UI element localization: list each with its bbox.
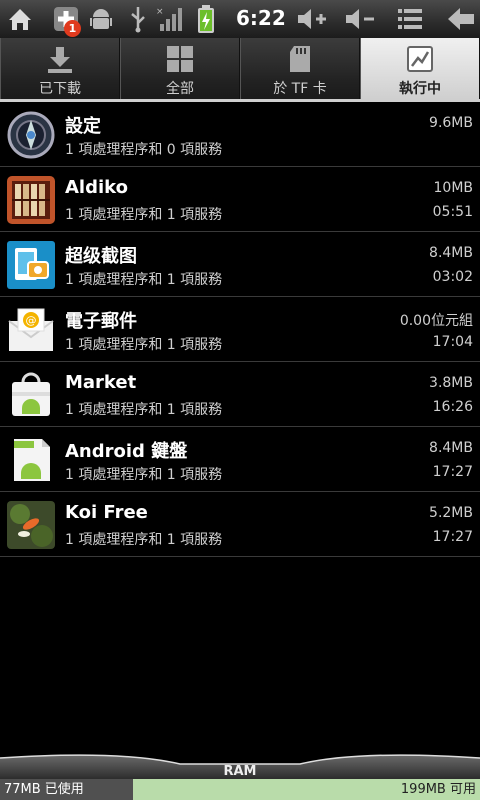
app-process-info: 1 項處理程序和 1 項服務 [65,532,223,548]
email-app-icon: @ [8,308,54,351]
app-name: 設定 [65,116,101,137]
grid-icon [167,46,193,72]
aldiko-app-icon [7,176,55,224]
app-process-info: 1 項處理程序和 1 項服務 [65,272,223,288]
usb-icon [131,7,145,33]
app-name: Android 鍵盤 [65,441,188,462]
tab-all[interactable]: 全部 [120,38,240,99]
settings-app-icon [7,111,55,159]
list-item[interactable]: Koi Free 1 項處理程序和 1 項服務 5.2MB 17:27 [0,492,480,557]
app-process-info: 1 項處理程序和 1 項服務 [65,467,223,483]
list-item[interactable]: 設定 1 項處理程序和 0 項服務 9.6MB [0,102,480,167]
running-app-list: 設定 1 項處理程序和 0 項服務 9.6MB Aldiko 1 項處理程序和 … [0,102,480,557]
ram-label: RAM [223,764,257,779]
clock: 6:22 [236,6,286,30]
app-runtime: 17:04 [432,334,473,350]
app-process-info: 1 項處理程序和 1 項服務 [65,402,223,418]
ram-usage-bar: 77MB 已使用 199MB 可用 [0,779,480,800]
app-memory: 8.4MB [429,440,473,456]
app-runtime: 17:27 [432,464,473,480]
app-name: Koi Free [65,502,148,523]
volume-up-icon[interactable] [296,5,328,33]
app-memory: 8.4MB [429,245,473,261]
volume-down-icon[interactable] [344,5,376,33]
download-icon [48,47,72,73]
ram-free: 199MB 可用 [133,779,480,800]
ram-used: 77MB 已使用 [0,779,133,800]
app-runtime: 17:27 [432,529,473,545]
app-process-info: 1 項處理程序和 1 項服務 [65,207,223,223]
android-debug-icon [90,9,112,29]
tab-label: 全部 [166,81,194,97]
signal-icon: × [156,7,182,31]
koi-app-icon [7,501,55,549]
screenshot-app-icon [7,241,55,289]
app-name: 超级截图 [65,246,137,267]
app-runtime: 16:26 [432,399,473,415]
battery-charging-icon [198,5,214,33]
app-process-info: 1 項處理程序和 0 項服務 [65,142,223,158]
tab-label: 已下載 [39,81,81,97]
tab-downloaded[interactable]: 已下載 [0,38,120,99]
notification-badge: 1 [64,20,81,37]
tab-tf-card[interactable]: 於 TF 卡 [240,38,360,99]
home-icon[interactable] [6,5,34,33]
app-memory: 5.2MB [429,505,473,521]
sdcard-icon [290,46,310,72]
keyboard-app-icon [14,439,50,481]
tab-label: 執行中 [399,81,441,97]
tab-running[interactable]: 執行中 [360,38,480,99]
app-process-info: 1 項處理程序和 1 項服務 [65,337,223,353]
app-name: 電子郵件 [65,311,137,332]
list-item[interactable]: Android 鍵盤 1 項處理程序和 1 項服務 8.4MB 17:27 [0,427,480,492]
market-app-icon [12,372,50,416]
tab-label: 於 TF 卡 [273,81,327,97]
list-item[interactable]: Market 1 項處理程序和 1 項服務 3.8MB 16:26 [0,362,480,427]
list-item[interactable]: Aldiko 1 項處理程序和 1 項服務 10MB 05:51 [0,167,480,232]
list-item[interactable]: 超级截图 1 項處理程序和 1 項服務 8.4MB 03:02 [0,232,480,297]
app-runtime: 05:51 [432,204,473,220]
app-runtime: 03:02 [432,269,473,285]
app-memory: 0.00位元組 [399,313,473,329]
status-bar: 1 × 6:22 [0,0,480,39]
app-memory: 9.6MB [429,115,473,131]
tab-bar: 已下載 全部 於 TF 卡 執行中 [0,38,480,100]
svg-text:@: @ [26,314,37,327]
back-icon[interactable] [446,5,476,33]
running-icon [407,46,433,72]
svg-text:×: × [156,7,164,17]
menu-icon[interactable] [396,5,424,33]
app-name: Market [65,372,137,393]
list-item[interactable]: @ 電子郵件 1 項處理程序和 1 項服務 0.00位元組 17:04 [0,297,480,362]
app-name: Aldiko [65,177,129,198]
app-memory: 10MB [433,180,474,196]
app-memory: 3.8MB [429,375,473,391]
